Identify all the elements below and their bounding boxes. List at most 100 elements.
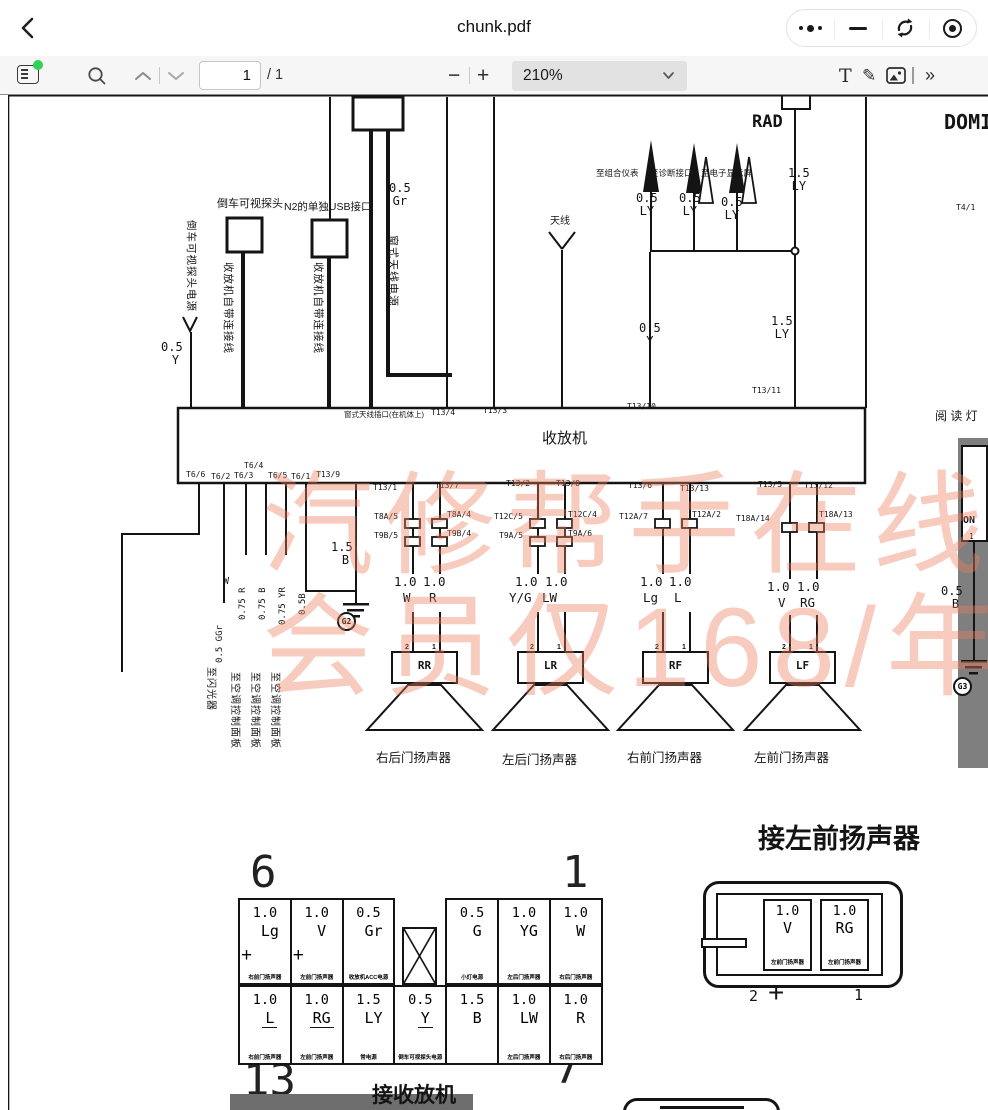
label-w: W bbox=[223, 576, 229, 587]
pin-t13-6: T13/6 bbox=[628, 482, 652, 491]
speaker-pin: 1 bbox=[682, 644, 686, 652]
wire-destination: 收放机ACC电源 bbox=[344, 973, 394, 981]
float-arrows-icon bbox=[894, 17, 916, 39]
pin-t6-4: T6/4 bbox=[244, 462, 263, 471]
wire bbox=[689, 612, 691, 652]
wire-destination: 左前门扬声器 bbox=[765, 958, 810, 966]
wire bbox=[245, 483, 247, 555]
wire bbox=[190, 332, 192, 408]
inline-connector-block bbox=[655, 519, 670, 528]
front-connector-minus: − bbox=[824, 971, 840, 1002]
image-tool-icon[interactable] bbox=[886, 56, 906, 95]
pin-t9b-5: T9B/5 bbox=[374, 532, 398, 541]
wire bbox=[973, 542, 975, 660]
wire bbox=[537, 612, 539, 652]
wire-rr-1: 1.0 bbox=[423, 575, 446, 589]
connector-cell: 1.0RG左前门扬声器 bbox=[290, 985, 344, 1065]
wire-destination: 左前门扬声器 bbox=[292, 973, 342, 981]
minimize-icon[interactable] bbox=[834, 10, 881, 46]
pin-t13-2: T13/2 bbox=[506, 480, 530, 489]
wire-color: Gr bbox=[354, 922, 394, 940]
inline-connector-block bbox=[557, 519, 572, 528]
wire-075r: 0.75 R bbox=[238, 587, 248, 620]
label-to-cluster: 至组合仪表 bbox=[596, 169, 639, 179]
pin-t13-13: T13/13 bbox=[680, 485, 709, 494]
speaker-pin: 2 bbox=[655, 644, 659, 652]
search-icon[interactable] bbox=[86, 56, 108, 95]
partial-connector-bar bbox=[660, 1106, 744, 1109]
connector-cell: 1.5LY常电源 bbox=[342, 985, 396, 1065]
wire-color: RG bbox=[822, 919, 867, 937]
wire-15ly-top: 1.5 LY bbox=[788, 167, 810, 194]
zoom-level-select[interactable]: 210% bbox=[512, 61, 687, 91]
inline-connector-block bbox=[530, 537, 545, 546]
pdf-page-canvas: 倒车可视探头N2的单独USB接口0.5 Gr倒车可视探头电源收放机自带连接线收放… bbox=[0, 95, 988, 1110]
wire bbox=[809, 95, 811, 110]
wire-05ggr: 0.5 GGr bbox=[215, 625, 225, 663]
wire bbox=[412, 612, 414, 652]
inline-connector-block bbox=[809, 523, 824, 532]
wire-size: 1.0 bbox=[765, 904, 810, 919]
pin-t18a-14: T18A/14 bbox=[736, 515, 770, 524]
record-circle bbox=[943, 19, 962, 38]
record-icon[interactable] bbox=[929, 10, 976, 46]
page-nav-divider bbox=[159, 56, 160, 95]
label-rad: RAD bbox=[752, 113, 783, 132]
zoom-divider bbox=[469, 56, 470, 95]
pin-t6-2: T6/2 bbox=[211, 473, 230, 482]
page-total-label: / 1 bbox=[267, 67, 283, 83]
more-options-icon[interactable] bbox=[787, 10, 834, 46]
wire-destination: 常电源 bbox=[344, 1053, 394, 1061]
antenna-symbol bbox=[562, 232, 575, 249]
wire-color: Y bbox=[405, 1009, 445, 1027]
wire-15b: 1.5 B bbox=[331, 541, 353, 568]
wire bbox=[789, 615, 791, 652]
pin-t13-1: T13/1 bbox=[373, 484, 397, 493]
more-tools-button[interactable]: » bbox=[925, 56, 935, 95]
direction-arrow-hollow bbox=[699, 157, 713, 203]
wire-rf-1c: L bbox=[674, 591, 682, 605]
antenna-module-box bbox=[353, 97, 403, 130]
wire bbox=[662, 612, 664, 652]
next-page-icon[interactable] bbox=[166, 56, 186, 95]
wire bbox=[816, 615, 818, 652]
inline-connector-block bbox=[432, 537, 447, 546]
zoom-out-button[interactable]: − bbox=[448, 56, 460, 95]
speaker-pin: 1 bbox=[432, 644, 436, 652]
wire-color: B bbox=[457, 1009, 497, 1027]
pencil-tool-icon[interactable]: ✎ bbox=[862, 56, 876, 95]
wire bbox=[439, 612, 441, 652]
connector-cell: 1.0L右前门扬声器 bbox=[238, 985, 292, 1065]
pin-t12c-4: T12C/4 bbox=[568, 511, 597, 520]
wire bbox=[285, 483, 287, 555]
reverse-camera-box bbox=[227, 218, 262, 252]
pin-t8a-4: T8A/4 bbox=[447, 511, 471, 520]
wire bbox=[865, 97, 867, 408]
wire bbox=[493, 97, 495, 408]
wire-destination: 右前门扬声器 bbox=[240, 1053, 290, 1061]
speaker-cone bbox=[618, 685, 733, 730]
prev-page-icon[interactable] bbox=[133, 56, 153, 95]
float-window-icon[interactable] bbox=[882, 10, 929, 46]
wire-destination: 倒车可视探头电源 bbox=[395, 1053, 445, 1061]
speaker-name-rr: 右后门扬声器 bbox=[376, 751, 451, 765]
wire bbox=[355, 483, 357, 603]
inline-connector-block bbox=[405, 537, 420, 546]
front-connector-pin1: 1 bbox=[854, 987, 863, 1004]
reading-lamp-switch-box bbox=[961, 445, 988, 542]
text-tool-button[interactable]: T bbox=[839, 56, 852, 95]
pin-t6-5: T6/5 bbox=[268, 472, 287, 481]
page-number-input[interactable] bbox=[199, 61, 261, 90]
connector-cell: 0.5G小灯电源 bbox=[445, 898, 499, 985]
speaker-pin: 2 bbox=[405, 644, 409, 652]
polarity-plus: + bbox=[293, 945, 304, 967]
wire-lr-1: 1.0 bbox=[545, 575, 568, 589]
wire bbox=[650, 250, 796, 252]
pin-t13-5: T13/5 bbox=[758, 481, 782, 490]
zoom-in-button[interactable]: + bbox=[477, 56, 489, 95]
wire bbox=[369, 130, 373, 408]
wire-size: 1.0 bbox=[499, 905, 549, 921]
speaker-pin: 1 bbox=[809, 644, 813, 652]
label-to-display: 至电子显示屏 bbox=[701, 169, 752, 179]
label-domi: DOMI bbox=[944, 111, 988, 133]
